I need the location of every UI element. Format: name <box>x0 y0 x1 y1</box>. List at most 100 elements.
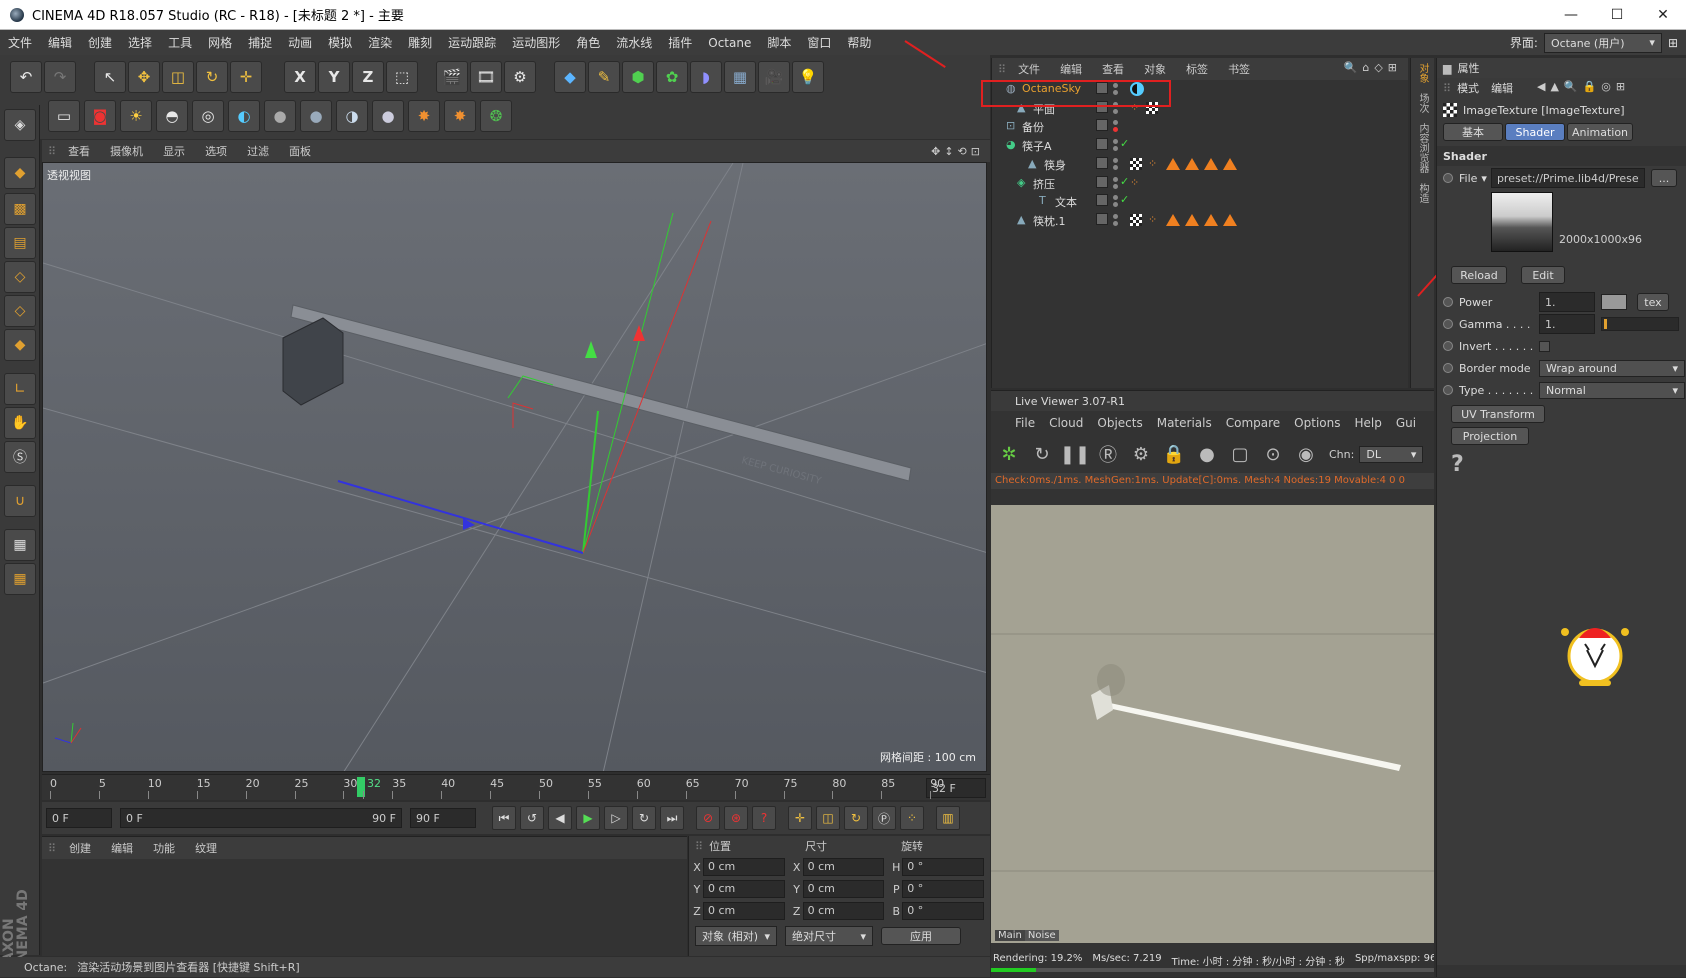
side-tab-3[interactable]: 构造 <box>1411 178 1434 208</box>
key-parameter-icon[interactable]: Ⓟ <box>872 806 896 830</box>
layout-dropdown[interactable]: Octane (用户) ▾ <box>1543 32 1662 53</box>
octane-ies-light-icon[interactable]: ◓ <box>156 100 188 132</box>
pause-render-icon[interactable]: ❚❚ <box>1060 440 1090 468</box>
render-visibility-dot[interactable] <box>1113 220 1118 226</box>
start-frame-field[interactable]: 0 F <box>46 808 112 828</box>
position-field[interactable]: 0 cm <box>702 858 785 876</box>
size-field[interactable]: 0 cm <box>802 858 885 876</box>
texture-mode-icon[interactable]: ▩ <box>4 193 36 225</box>
menu-14[interactable]: 流水线 <box>608 34 660 51</box>
record-keys-icon[interactable]: ⊘ <box>696 806 720 830</box>
octane-area-light-icon[interactable]: ▭ <box>48 100 80 132</box>
side-tab-0[interactable]: 对象 <box>1411 58 1434 88</box>
chopstick-rest-model[interactable] <box>282 317 344 406</box>
key-position-icon[interactable]: ✛ <box>788 806 812 830</box>
go-to-start-icon[interactable]: ⏮ <box>492 806 516 830</box>
menu-2[interactable]: 创建 <box>80 34 120 51</box>
type-animate-radio[interactable] <box>1443 385 1453 395</box>
channel-dropdown[interactable]: DL ▾ <box>1359 445 1424 463</box>
cloner-icon[interactable]: ✿ <box>656 61 688 93</box>
z-axis-lock-icon[interactable]: Z <box>352 61 384 93</box>
rotation-field[interactable]: 0 ° <box>902 902 985 920</box>
y-axis-lock-icon[interactable]: Y <box>318 61 350 93</box>
close-button[interactable]: ✕ <box>1640 7 1686 23</box>
live-viewer-menu-5[interactable]: Options <box>1294 416 1340 430</box>
octane-daylight-icon[interactable]: ☀ <box>120 100 152 132</box>
power-animate-radio[interactable] <box>1443 297 1453 307</box>
object-menu-5[interactable]: 书签 <box>1220 61 1258 77</box>
render-visibility-dot[interactable] <box>1113 146 1118 152</box>
timeline-window-icon[interactable]: ▥ <box>936 806 960 830</box>
menu-12[interactable]: 运动图形 <box>504 34 568 51</box>
menu-9[interactable]: 渲染 <box>360 34 400 51</box>
render-canvas[interactable]: Main Noise <box>991 505 1434 943</box>
plane-handle-red[interactable] <box>512 402 534 428</box>
keyframe-selection-icon[interactable]: ? <box>752 806 776 830</box>
chevron-down-icon[interactable]: ▾ <box>1481 172 1487 185</box>
magnet-icon[interactable]: ∪ <box>4 485 36 517</box>
coordinate-mode-dropdown[interactable]: 对象 (相对) ▾ <box>695 926 777 946</box>
maximize-button[interactable]: ☐ <box>1594 7 1640 23</box>
power-field[interactable]: 1. <box>1539 292 1595 312</box>
scale-icon[interactable]: ◫ <box>162 61 194 93</box>
browse-button[interactable]: ... <box>1650 169 1677 187</box>
lock-workplane-icon[interactable]: ▦ <box>4 529 36 561</box>
material-tag-icon[interactable]: ⁘ <box>1148 157 1157 170</box>
object-menu-2[interactable]: 查看 <box>1094 61 1132 77</box>
object-row[interactable]: ▲ 筷身 ⁘ <box>992 155 1409 174</box>
menu-15[interactable]: 插件 <box>660 34 700 51</box>
octane-object-tag-icon[interactable] <box>1204 213 1218 226</box>
gamma-slider[interactable] <box>1601 317 1679 331</box>
object-menu-1[interactable]: 编辑 <box>1052 61 1090 77</box>
play-icon[interactable]: ▶ <box>576 806 600 830</box>
invert-checkbox[interactable] <box>1539 340 1550 352</box>
points-mode-icon[interactable]: ◇ <box>4 261 36 293</box>
size-mode-dropdown[interactable]: 绝对尺寸 ▾ <box>785 926 873 946</box>
attributes-nav-icons[interactable]: ◀▲🔍🔒◎⊞ <box>1537 80 1630 93</box>
editor-visibility-dot[interactable] <box>1113 213 1118 219</box>
apply-button[interactable]: 应用 <box>881 927 961 945</box>
material-preview-icon[interactable]: ● <box>1193 440 1221 468</box>
coordinate-system-icon[interactable]: ⬚ <box>386 61 418 93</box>
floor-icon[interactable]: ▦ <box>724 61 756 93</box>
key-rotation-icon[interactable]: ↻ <box>844 806 868 830</box>
tab-basic[interactable]: 基本 <box>1443 123 1503 141</box>
key-scale-icon[interactable]: ◫ <box>816 806 840 830</box>
object-manager-nav-icons[interactable]: 🔍⌂◇⊞ <box>1344 61 1402 74</box>
render-visibility-dot[interactable] <box>1113 164 1118 170</box>
position-field[interactable]: 0 cm <box>702 902 785 920</box>
menu-8[interactable]: 模拟 <box>320 34 360 51</box>
region-render-icon[interactable]: Ⓡ <box>1094 440 1122 468</box>
material-menu-2[interactable]: 功能 <box>145 840 183 856</box>
y-axis-handle[interactable] <box>582 410 599 554</box>
perspective-viewport[interactable]: KEEP CURIOSITY 透视视图 网格间距 : 100 cm <box>42 162 987 772</box>
object-menu-0[interactable]: 文件 <box>1010 61 1048 77</box>
material-menu-0[interactable]: 创建 <box>61 840 99 856</box>
axis-mode-icon[interactable]: ∟ <box>4 373 36 405</box>
object-row[interactable]: ⊡ 备份 <box>992 117 1409 136</box>
menu-19[interactable]: 帮助 <box>839 34 879 51</box>
tweak-mode-icon[interactable]: ✋ <box>4 407 36 439</box>
texture-tag-icon[interactable] <box>1130 157 1142 170</box>
object-row[interactable]: ◕ 筷子A ✓ <box>992 136 1409 155</box>
snap-icon[interactable]: Ⓢ <box>4 441 36 473</box>
rotation-field[interactable]: 0 ° <box>902 858 985 876</box>
live-viewer-menu-7[interactable]: Gui <box>1396 416 1416 430</box>
material-menu-3[interactable]: 纹理 <box>187 840 225 856</box>
viewport-menu-4[interactable]: 过滤 <box>239 143 277 159</box>
go-to-end-icon[interactable]: ⏭ <box>660 806 684 830</box>
move-icon[interactable]: ✥ <box>128 61 160 93</box>
material-manager[interactable]: ⠿ 创建 编辑 功能 纹理 <box>42 836 687 956</box>
last-tool-icon[interactable]: ✛ <box>230 61 262 93</box>
pick-focus-icon[interactable]: ⊙ <box>1259 440 1287 468</box>
polygons-mode-icon[interactable]: ◆ <box>4 329 36 361</box>
live-viewer-menu-1[interactable]: Cloud <box>1049 416 1083 430</box>
attributes-scrollbar[interactable] <box>1437 965 1686 977</box>
position-field[interactable]: 0 cm <box>702 880 785 898</box>
size-field[interactable]: 0 cm <box>802 880 885 898</box>
frame-range-slider[interactable]: 0 F 90 F <box>120 808 402 828</box>
next-frame-icon[interactable]: ▷ <box>604 806 628 830</box>
texture-tag-icon[interactable] <box>1130 213 1142 226</box>
gamma-field[interactable]: 1. <box>1539 314 1595 334</box>
projection-button[interactable]: Projection <box>1451 427 1529 445</box>
